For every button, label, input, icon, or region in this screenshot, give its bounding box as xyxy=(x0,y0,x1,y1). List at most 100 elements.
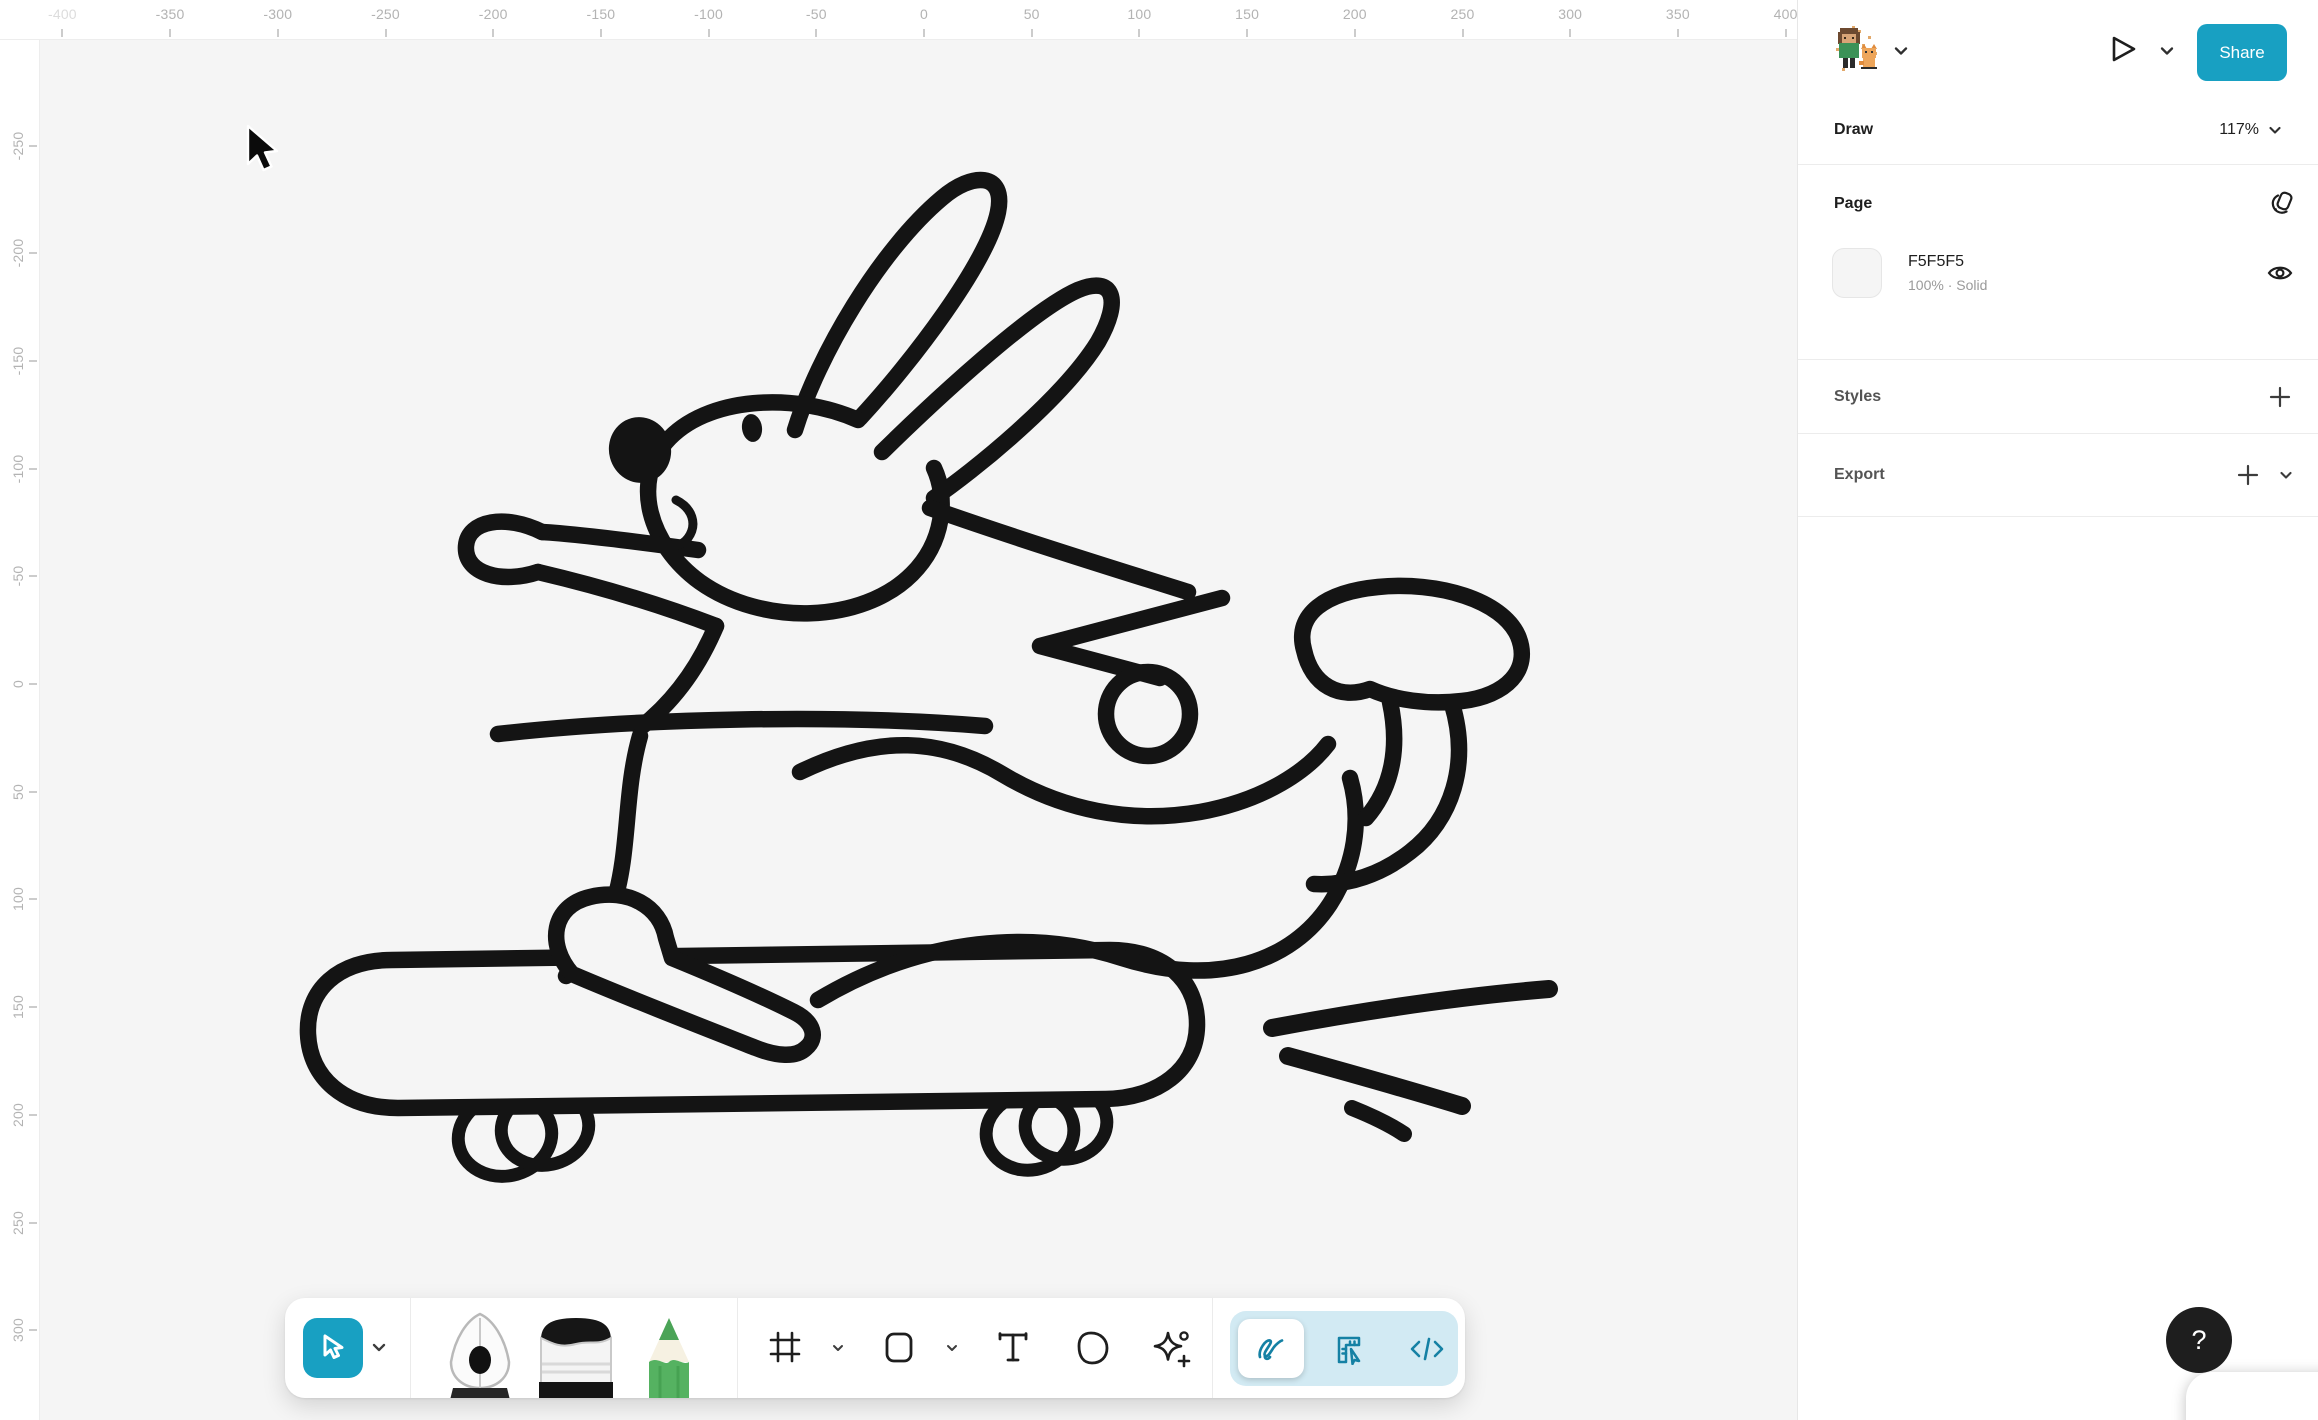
zoom-value: 117% xyxy=(2219,121,2259,139)
design-mode-icon[interactable] xyxy=(1336,1335,1366,1365)
ruler-label: 150 xyxy=(1235,6,1259,22)
ruler-tick xyxy=(29,791,37,793)
panel-divider xyxy=(1798,164,2318,165)
code-mode-icon[interactable] xyxy=(1410,1335,1444,1363)
play-icon[interactable] xyxy=(2106,32,2140,66)
panel-divider xyxy=(1798,359,2318,360)
corner-sheet xyxy=(2186,1372,2318,1420)
help-button[interactable]: ? xyxy=(2166,1307,2232,1373)
ruler-label: 50 xyxy=(1024,6,1040,22)
mode-label: Draw xyxy=(1834,121,1873,139)
rabbit-eye xyxy=(740,413,764,444)
export-title: Export xyxy=(1834,466,1885,484)
plus-icon xyxy=(2267,384,2293,410)
ruler-tick xyxy=(492,29,494,37)
swatch-book-button[interactable] xyxy=(2263,187,2297,221)
add-style-button[interactable] xyxy=(2263,380,2297,414)
ruler-label: 250 xyxy=(1451,6,1475,22)
pen-tool-button[interactable] xyxy=(443,1312,517,1398)
select-tool-button[interactable] xyxy=(303,1318,363,1378)
frame-tool-button[interactable] xyxy=(768,1330,802,1364)
styles-title: Styles xyxy=(1834,388,1881,406)
ruler-label: 350 xyxy=(1666,6,1690,22)
plus-icon xyxy=(2235,462,2261,488)
ruler-tick xyxy=(29,145,37,147)
pencil-tool-button[interactable] xyxy=(641,1318,697,1398)
frame-tool-chevron-icon[interactable] xyxy=(828,1338,848,1358)
speed-lines xyxy=(1272,989,1549,1134)
top-ruler[interactable]: -400-350-300-250-200-150-100-50050100150… xyxy=(0,0,1797,40)
ruler-tick xyxy=(815,29,817,37)
ruler-label: 100 xyxy=(1127,6,1151,22)
avatar-chevron-icon[interactable] xyxy=(1890,40,1912,62)
toolbar xyxy=(285,1298,1465,1398)
ruler-label: 200 xyxy=(1343,6,1367,22)
left-ruler[interactable]: -250-200-150-100-50050100150200250300 xyxy=(0,40,40,1420)
ruler-tick xyxy=(923,29,925,37)
ruler-tick xyxy=(600,29,602,37)
zoom-menu[interactable]: 117% xyxy=(2219,120,2285,140)
ruler-tick xyxy=(61,29,63,37)
ruler-label: -200 xyxy=(479,6,508,22)
toolbar-divider xyxy=(410,1298,411,1398)
ruler-tick xyxy=(1138,29,1140,37)
export-section-header: Export xyxy=(1798,436,2318,514)
shape-tool-button[interactable] xyxy=(882,1330,916,1364)
ruler-tick xyxy=(1785,29,1787,37)
add-export-button[interactable] xyxy=(2231,458,2265,492)
ruler-label: -250 xyxy=(371,6,400,22)
play-chevron-icon[interactable] xyxy=(2156,40,2178,62)
ruler-label: -400 xyxy=(48,6,77,22)
ruler-label: -350 xyxy=(156,6,185,22)
ruler-label: 400 xyxy=(1774,6,1797,22)
color-swatch[interactable] xyxy=(1832,248,1882,298)
ruler-tick xyxy=(708,29,710,37)
ruler-label: -50 xyxy=(806,6,827,22)
draw-mode-icon[interactable] xyxy=(1256,1335,1286,1363)
avatar-person xyxy=(1838,28,1860,68)
panel-top-row: Share xyxy=(1798,0,2318,96)
color-hex-value[interactable]: F5F5F5 xyxy=(1908,253,1987,271)
export-options-button[interactable] xyxy=(2269,458,2303,492)
bubble-tool-button[interactable] xyxy=(1075,1330,1111,1366)
ruler-tick xyxy=(1677,29,1679,37)
shape-tool-chevron-icon[interactable] xyxy=(942,1338,962,1358)
rabbit-boot xyxy=(1302,586,1522,702)
styles-section-header: Styles xyxy=(1798,362,2318,432)
zoom-chevron-icon xyxy=(2265,120,2285,140)
marker-tool-button[interactable] xyxy=(533,1316,619,1398)
avatar-cat xyxy=(1859,44,1877,69)
rabbit-skateboard-drawing[interactable] xyxy=(308,180,1549,1185)
ruler-tick xyxy=(29,1329,37,1331)
ai-sparkle-tool-button[interactable] xyxy=(1153,1330,1193,1368)
page-section-header: Page xyxy=(1798,178,2318,230)
panel-divider xyxy=(1798,516,2318,517)
ruler-label: 300 xyxy=(1558,6,1582,22)
visibility-button[interactable] xyxy=(2263,256,2297,290)
ruler-tick xyxy=(29,1006,37,1008)
question-icon: ? xyxy=(2191,1325,2206,1356)
ruler-tick xyxy=(29,683,37,685)
chevron-down-icon xyxy=(2276,465,2296,485)
ruler-tick xyxy=(1569,29,1571,37)
page-title: Page xyxy=(1834,195,1872,213)
ruler-tick xyxy=(29,252,37,254)
toolbar-divider xyxy=(737,1298,738,1398)
ruler-tick xyxy=(29,1114,37,1116)
ruler-tick xyxy=(29,468,37,470)
properties-panel: Share Draw 117% Page xyxy=(1797,0,2318,1420)
ruler-tick xyxy=(29,575,37,577)
ruler-tick xyxy=(29,360,37,362)
panel-divider xyxy=(1798,433,2318,434)
rabbit-nose xyxy=(602,410,679,490)
mode-row: Draw 117% xyxy=(1798,96,2318,164)
ruler-tick xyxy=(1354,29,1356,37)
page-color-row[interactable]: F5F5F5 100% · Solid xyxy=(1798,244,2318,302)
ruler-tick xyxy=(169,29,171,37)
share-button[interactable]: Share xyxy=(2197,24,2287,81)
text-tool-button[interactable] xyxy=(995,1330,1031,1364)
avatar[interactable] xyxy=(1828,22,1884,78)
mode-segment xyxy=(1230,1311,1458,1386)
select-tool-chevron-icon[interactable] xyxy=(369,1338,389,1358)
ruler-label: -300 xyxy=(263,6,292,22)
